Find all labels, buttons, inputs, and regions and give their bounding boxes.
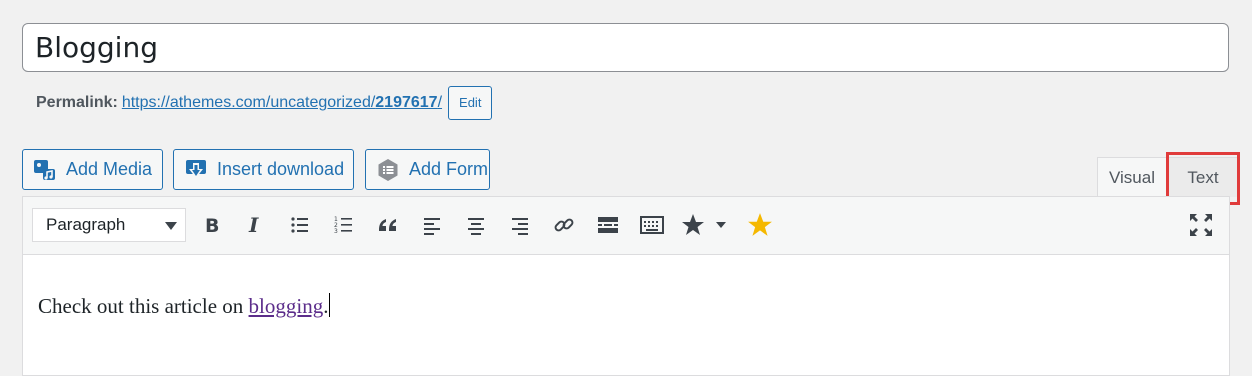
numbered-list-icon: 1 2 3 [334,216,352,235]
post-title-input[interactable]: Blogging [22,23,1229,72]
italic-icon: I [248,215,259,235]
star-button[interactable] [745,210,775,240]
format-select[interactable]: Paragraph [32,208,186,242]
blockquote-icon [379,219,396,231]
link-button[interactable] [549,210,579,240]
chevron-down-icon [165,222,177,230]
svg-text:3: 3 [334,228,338,235]
read-more-button[interactable] [593,210,623,240]
star-dropdown-icon [682,214,726,235]
tab-text[interactable]: Text [1167,157,1239,197]
add-form-label: Add Form [409,159,489,179]
add-media-icon [33,158,57,182]
read-more-icon [598,217,618,233]
link-icon [554,218,574,232]
content-text: Check out this article on [38,294,249,318]
add-media-label: Add Media [66,159,153,179]
editor-toolbar: Paragraph B I 1 2 3 [23,197,1229,255]
format-select-value: Paragraph [46,215,126,234]
insert-download-button[interactable]: Insert download [173,149,354,190]
content-text-end: . [323,294,329,318]
permalink-url-prefix: https://athemes.com/uncategorized/ [121,94,376,111]
permalink-label: Permalink: [36,94,118,111]
align-right-icon [512,218,528,235]
add-media-button[interactable]: Add Media [22,149,163,190]
tab-visual[interactable]: Visual [1097,157,1167,197]
permalink-edit-button[interactable]: Edit [448,86,493,120]
bold-icon: B [205,215,219,235]
bulleted-list-icon [291,217,308,233]
form-icon [376,158,400,182]
content-link[interactable]: blogging [249,294,324,318]
download-icon [184,158,208,182]
star-icon [748,213,772,236]
align-left-button[interactable] [417,210,447,240]
toolbar-toggle-button[interactable] [637,210,667,240]
svg-text:B: B [205,215,219,235]
align-left-icon [424,218,440,235]
blockquote-button[interactable] [373,210,403,240]
editor-area: Paragraph B I 1 2 3 Check out this artic… [22,196,1230,376]
italic-button[interactable]: I [240,210,270,240]
permalink-link[interactable]: https://athemes.com/uncategorized/219761… [122,94,442,112]
bold-button[interactable]: B [197,210,227,240]
align-center-icon [468,218,484,235]
svg-text:I: I [248,215,259,235]
fullscreen-button[interactable] [1186,210,1216,240]
align-right-button[interactable] [505,210,535,240]
permalink-row: Permalink: https://athemes.com/uncategor… [36,86,493,120]
insert-download-label: Insert download [217,159,345,179]
text-cursor [329,293,331,317]
star-dropdown-button[interactable] [679,210,731,240]
editor-content[interactable]: Check out this article on blogging. [38,293,331,319]
fullscreen-icon [1190,214,1212,236]
align-center-button[interactable] [461,210,491,240]
numbered-list-button[interactable]: 1 2 3 [329,210,359,240]
toolbar-toggle-icon [640,216,664,234]
add-form-button[interactable]: Add Form [365,149,490,190]
bulleted-list-button[interactable] [285,210,315,240]
permalink-url-suffix: / [437,94,443,111]
permalink-url-slug: 2197617 [375,94,438,111]
